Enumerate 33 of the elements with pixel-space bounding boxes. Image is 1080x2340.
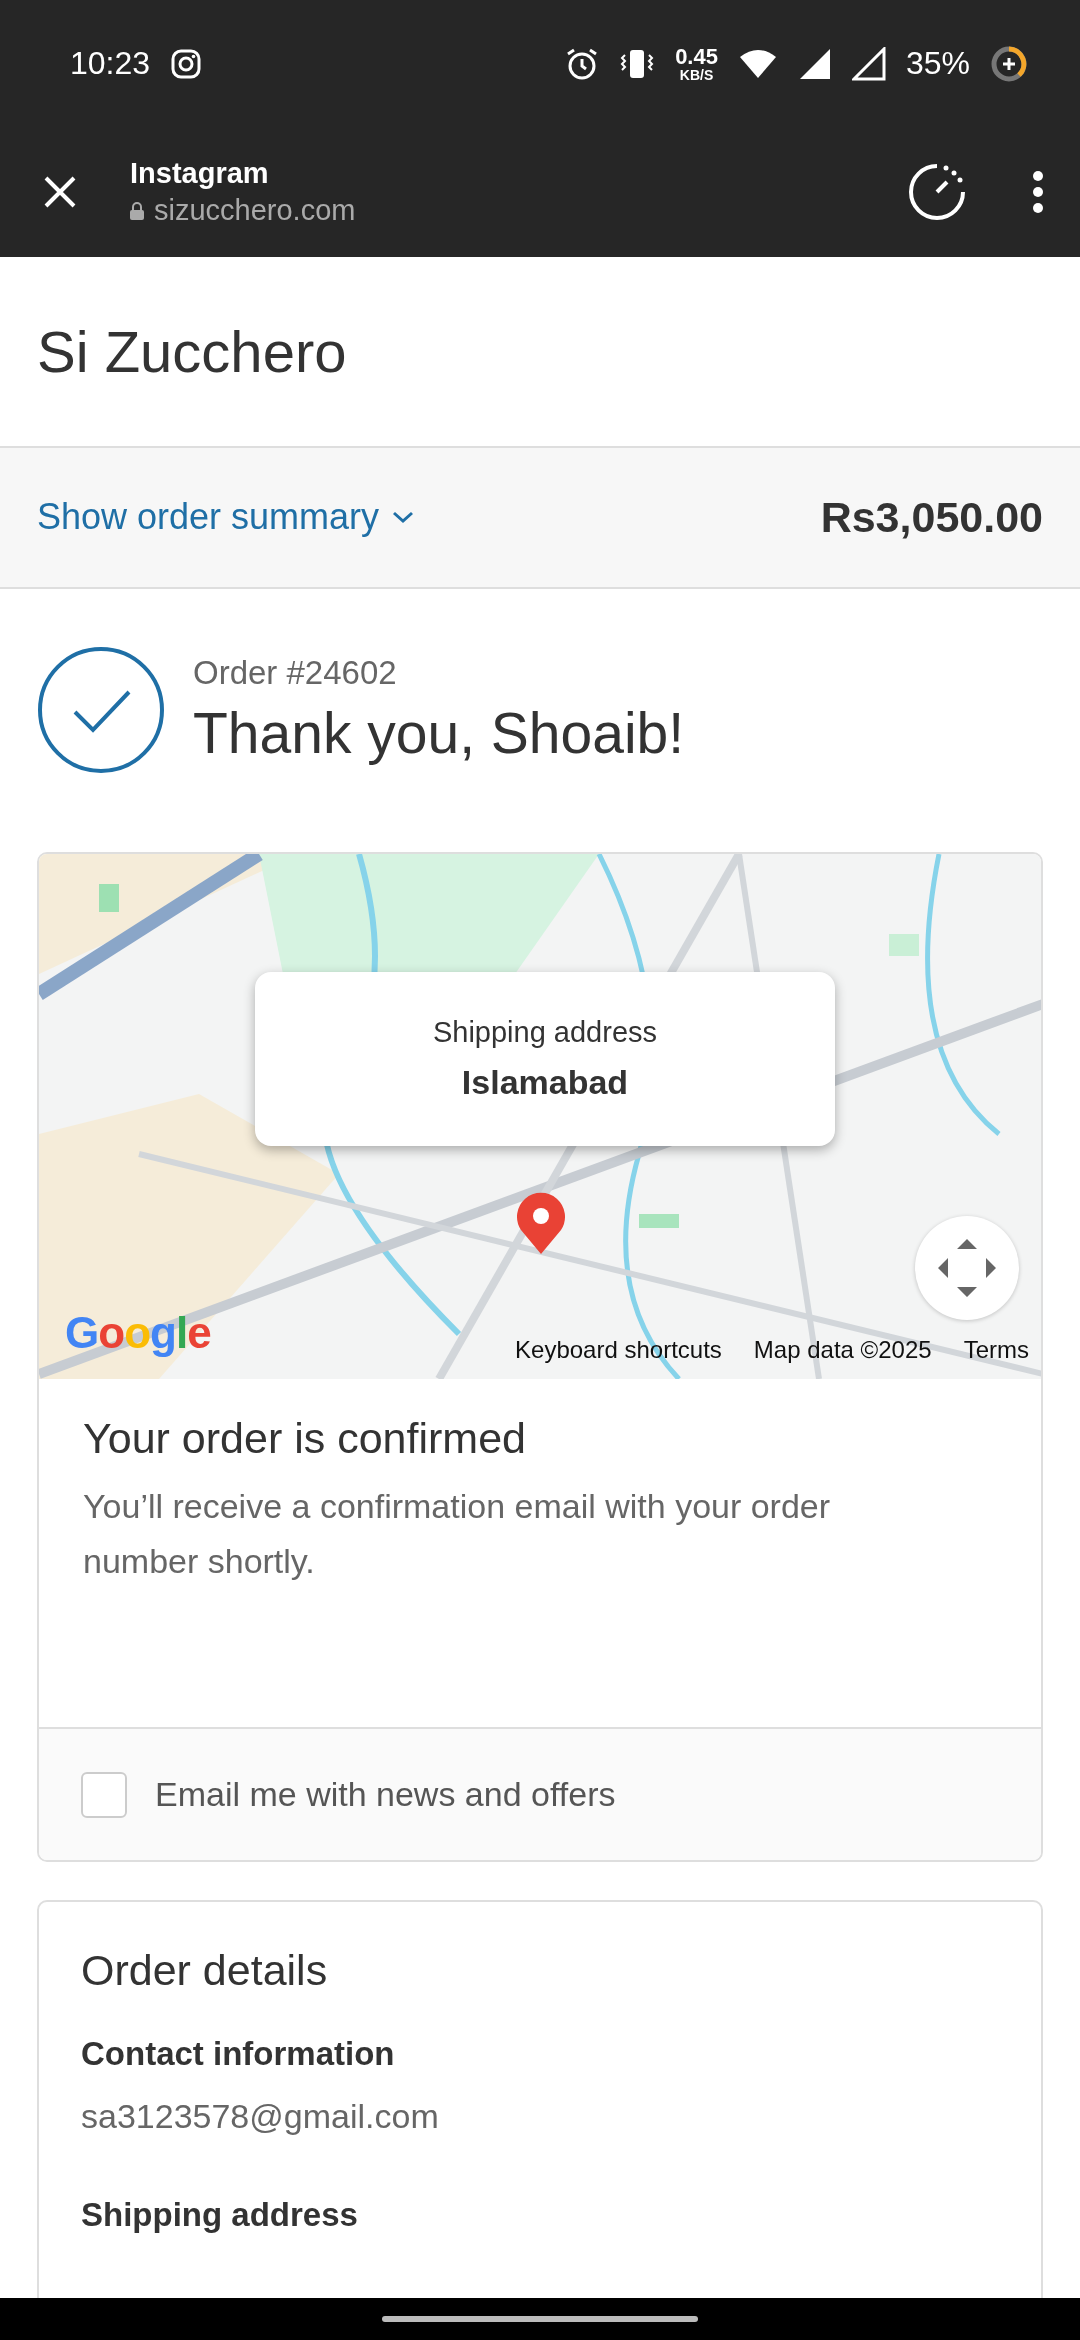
clock-time: 10:23 [70, 45, 151, 83]
confirmation-text: You’ll receive a confirmation email with your order number shortly. [83, 1485, 832, 1582]
map-link[interactable]: Keyboard shortcuts [515, 1335, 722, 1364]
more-options-button[interactable] [1032, 170, 1044, 215]
popup-city: Islamabad [461, 1062, 629, 1102]
map-link[interactable]: Map data ©2025 [753, 1335, 932, 1364]
signal-icon [851, 46, 886, 81]
section-heading: Shipping address [81, 2195, 359, 2234]
confirmation-title: Your order is confirmed [83, 1413, 527, 1463]
section-value: sa3123578@gmail.com [81, 2096, 440, 2136]
card-title: Order details [81, 1945, 329, 1995]
map-logo: Google [65, 1307, 211, 1358]
newsletter-checkbox[interactable] [81, 1771, 127, 1818]
instagram-icon [170, 47, 203, 80]
map-link[interactable]: Terms [963, 1335, 1029, 1364]
shop-name: Si Zucchero [37, 318, 347, 386]
map-pin-icon [515, 1191, 567, 1254]
battery-saver-icon [990, 44, 1028, 83]
popup-label: Shipping address [432, 1015, 658, 1049]
page-url: sizucchero.com [154, 194, 356, 228]
section-heading: Contact information [81, 2034, 396, 2073]
newsletter-label: Email me with news and offers [155, 1775, 616, 1815]
thank-you-heading: Thank you, Shoaib! [193, 699, 685, 766]
order-total: Rs3,050.00 [820, 492, 1043, 542]
page-title: Instagram [130, 157, 270, 191]
chevron-icon [391, 509, 416, 526]
speed-unit: KB/S [679, 67, 714, 82]
battery-percent: 35% [905, 45, 970, 83]
speed-value: 0.45 [675, 45, 718, 68]
order-summary-toggle[interactable]: Show order summary [37, 496, 416, 539]
fullscreen-icon [936, 1236, 998, 1299]
order-number: Order #24602 [193, 653, 398, 692]
checkmark-circle-icon [37, 645, 165, 774]
